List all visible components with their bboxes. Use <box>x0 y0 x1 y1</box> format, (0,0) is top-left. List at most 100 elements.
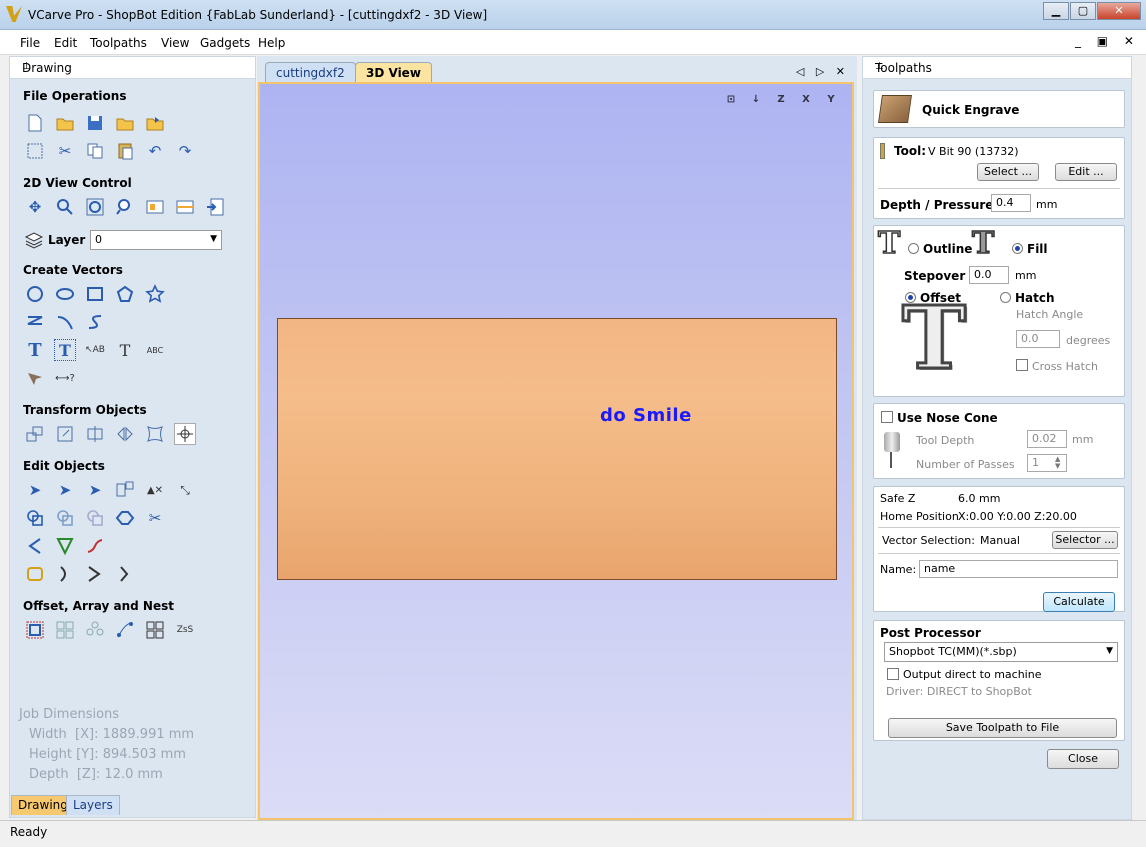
set-origin-icon[interactable] <box>174 423 196 445</box>
curve-fit-icon[interactable] <box>84 535 106 557</box>
auto-layout-text-icon[interactable]: T <box>54 339 76 361</box>
open-folder-icon[interactable] <box>114 112 136 134</box>
passes-spinner[interactable]: ▲ ▼ <box>1055 456 1060 470</box>
trim-vectors-icon[interactable]: ✂ <box>144 507 166 529</box>
join-vectors-icon[interactable] <box>114 507 136 529</box>
interactive-select-icon[interactable]: ➤ <box>84 479 106 501</box>
text-arc-icon[interactable]: ABC <box>144 339 166 361</box>
select-all-icon[interactable] <box>24 140 46 162</box>
text-on-curve-icon[interactable]: ↖AB <box>84 339 106 361</box>
intersect-icon[interactable] <box>84 507 106 529</box>
group-icon[interactable] <box>114 479 136 501</box>
copy-along-vector-icon[interactable] <box>114 619 136 641</box>
smart-smooth-icon[interactable] <box>54 535 76 557</box>
menu-view[interactable]: View <box>161 36 189 50</box>
mdi-window-controls[interactable]: _ ▣ ✕ <box>1075 34 1140 48</box>
tab-cuttingdxf2[interactable]: cuttingdxf2 <box>265 62 356 84</box>
exit-view-icon[interactable] <box>204 196 226 218</box>
layer-select[interactable]: 0 ▼ <box>90 230 222 250</box>
menu-gadgets[interactable]: Gadgets <box>200 36 250 50</box>
measure-icon[interactable]: ⤡ <box>174 479 196 501</box>
cut-icon[interactable]: ✂ <box>54 140 76 162</box>
minimize-button[interactable]: ▁ <box>1043 2 1069 20</box>
save-file-icon[interactable] <box>84 112 106 134</box>
outline-radio[interactable] <box>908 243 919 254</box>
mirror-icon[interactable] <box>114 423 136 445</box>
redo-icon[interactable]: ↷ <box>174 140 196 162</box>
tab-nav-controls[interactable]: ◁ ▷ ✕ <box>796 65 849 78</box>
3d-view-canvas[interactable]: ⊡ ↓ Z X Y do Smile <box>258 82 854 820</box>
view-y-icon[interactable]: Y <box>820 90 842 110</box>
paste-icon[interactable] <box>114 140 136 162</box>
menu-edit[interactable]: Edit <box>54 36 77 50</box>
tab-layers[interactable]: Layers <box>66 795 120 815</box>
draw-polyline-icon[interactable] <box>24 311 46 333</box>
menu-toolpaths[interactable]: Toolpaths <box>90 36 147 50</box>
copy-icon[interactable] <box>84 140 106 162</box>
bitmap-trace-icon[interactable] <box>24 367 46 389</box>
maximize-button[interactable]: ▢ <box>1070 2 1096 20</box>
menu-file[interactable]: File <box>20 36 40 50</box>
circular-array-icon[interactable] <box>84 619 106 641</box>
hatch-angle-input[interactable]: 0.0 <box>1016 330 1060 348</box>
draw-rectangle-icon[interactable] <box>84 283 106 305</box>
hatch-radio[interactable] <box>1000 292 1011 303</box>
open-file-icon[interactable] <box>54 112 76 134</box>
undo-icon[interactable]: ↶ <box>144 140 166 162</box>
edit-tool-button[interactable]: Edit ... <box>1055 163 1117 181</box>
align-icon[interactable] <box>84 423 106 445</box>
view-toggle-icon[interactable] <box>144 196 166 218</box>
fillet-icon[interactable] <box>24 535 46 557</box>
select-arrow-icon[interactable]: ➤ <box>24 479 46 501</box>
tab-3d-view[interactable]: 3D View <box>355 62 432 84</box>
pan-icon[interactable]: ✥ <box>24 196 46 218</box>
save-toolpath-button[interactable]: Save Toolpath to File <box>888 718 1117 738</box>
pin-icon[interactable]: ⊥ <box>875 61 1123 72</box>
depth-input[interactable]: 0.4 <box>991 194 1031 212</box>
output-direct-checkbox[interactable] <box>887 668 899 680</box>
iso-view-icon[interactable]: ↓ <box>745 90 767 110</box>
draw-polygon-icon[interactable] <box>114 283 136 305</box>
move-icon[interactable] <box>24 423 46 445</box>
draw-ellipse-icon[interactable] <box>54 283 76 305</box>
extend-icon[interactable] <box>54 563 76 585</box>
select-tool-button[interactable]: Select ... <box>977 163 1039 181</box>
import-icon[interactable] <box>144 112 166 134</box>
toolpath-name-input[interactable]: name <box>919 560 1118 578</box>
view-z-icon[interactable]: Z <box>770 90 792 110</box>
scale-icon[interactable] <box>54 423 76 445</box>
draw-circle-icon[interactable] <box>24 283 46 305</box>
zoom-icon[interactable] <box>54 196 76 218</box>
dimension-icon[interactable]: ⟷? <box>54 367 76 389</box>
zoom-extents-icon[interactable] <box>84 196 106 218</box>
draw-arc-icon[interactable] <box>54 311 76 333</box>
close-panel-button[interactable]: Close <box>1047 749 1119 769</box>
subtract-icon[interactable] <box>54 507 76 529</box>
nesting-icon[interactable] <box>144 619 166 641</box>
pin-icon[interactable]: ⊥ <box>22 61 247 72</box>
zoom-selection-icon[interactable] <box>114 196 136 218</box>
weld-icon[interactable] <box>24 507 46 529</box>
tool-depth-input[interactable]: 0.02 <box>1027 430 1067 448</box>
draw-text-icon[interactable]: T <box>24 339 46 361</box>
cross-hatch-checkbox[interactable] <box>1016 359 1028 371</box>
selector-button[interactable]: Selector ... <box>1052 531 1118 549</box>
tab-icon[interactable] <box>114 563 136 585</box>
menu-help[interactable]: Help <box>258 36 285 50</box>
fill-radio[interactable] <box>1012 243 1023 254</box>
close-vector-icon[interactable] <box>24 563 46 585</box>
array-copy-icon[interactable] <box>54 619 76 641</box>
node-edit-icon[interactable]: ➤ <box>54 479 76 501</box>
draw-star-icon[interactable] <box>144 283 166 305</box>
passes-input[interactable]: 1 <box>1027 454 1067 472</box>
zoom-fit-icon[interactable]: ⊡ <box>720 90 742 110</box>
ungroup-icon[interactable]: ▲✕ <box>144 479 166 501</box>
close-window-button[interactable]: ✕ <box>1097 2 1141 20</box>
nest-parts-icon[interactable]: ZsS <box>174 619 196 641</box>
calculate-button[interactable]: Calculate <box>1043 592 1115 612</box>
view-x-icon[interactable]: X <box>795 90 817 110</box>
offset-icon[interactable] <box>24 619 46 641</box>
text-box-icon[interactable]: T <box>114 339 136 361</box>
stepover-input[interactable]: 0.0 <box>969 266 1009 284</box>
split-view-icon[interactable] <box>174 196 196 218</box>
